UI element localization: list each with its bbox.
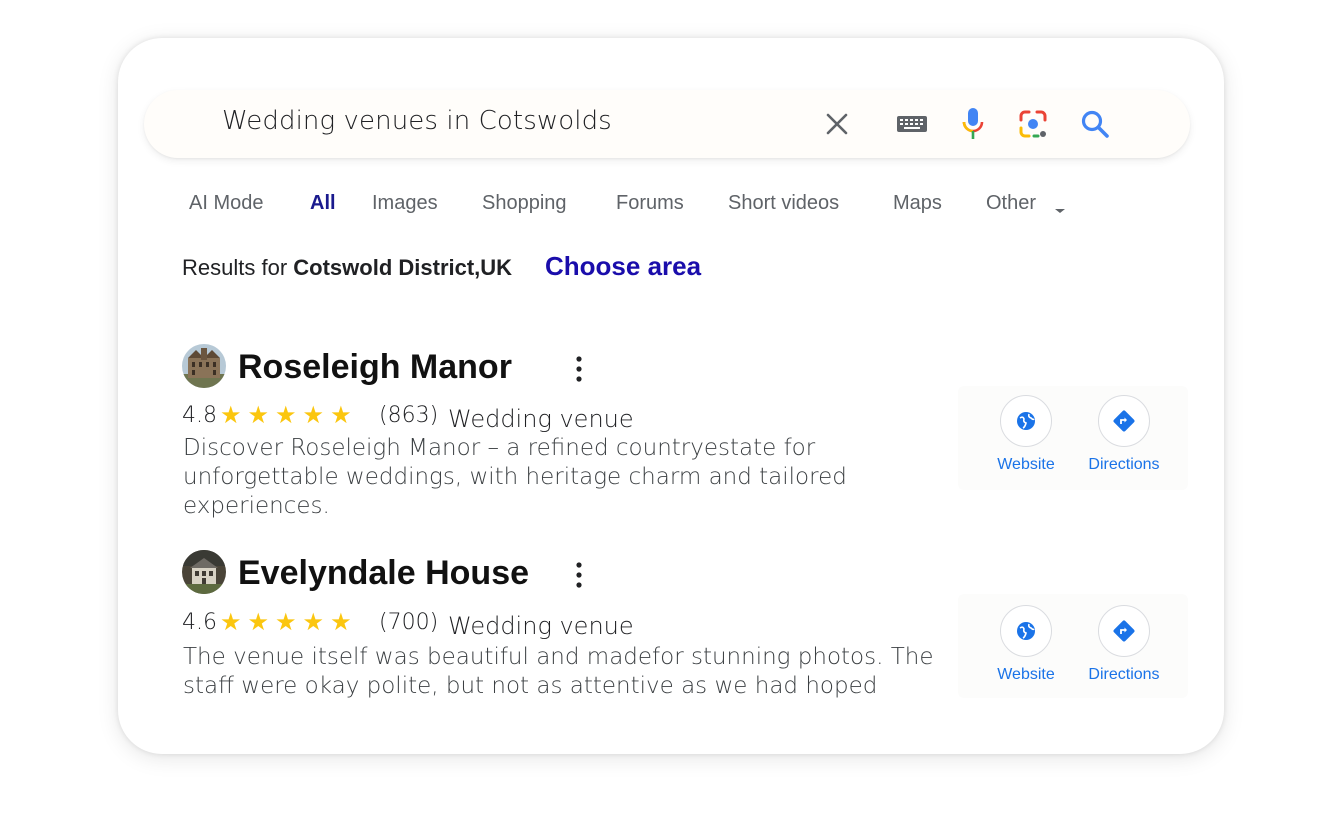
review-count[interactable]: (863) — [379, 403, 438, 428]
venue-description: The venue itself was beautiful and madef… — [183, 644, 934, 699]
close-icon[interactable] — [822, 110, 852, 138]
tab-shopping[interactable]: Shopping — [482, 192, 567, 215]
venue-thumbnail[interactable] — [182, 344, 226, 388]
venue-type: Wedding venue — [448, 612, 634, 640]
tab-all[interactable]: All — [310, 192, 336, 215]
rating-value: 4.8 — [182, 403, 217, 428]
directions-icon — [1113, 410, 1135, 432]
more-options-icon[interactable] — [569, 558, 589, 592]
star-icon: ★ — [302, 402, 325, 429]
website-label[interactable]: Website — [981, 456, 1071, 474]
chevron-down-icon[interactable] — [1054, 202, 1066, 220]
directions-button[interactable] — [1098, 395, 1150, 447]
star-icon: ★ — [247, 609, 270, 636]
search-input[interactable]: Wedding venues in Cotswolds — [222, 106, 612, 136]
tab-other[interactable]: Other — [986, 192, 1036, 215]
venue-thumbnail[interactable] — [182, 550, 226, 594]
star-rating: ★ ★ ★ ★ ★ — [220, 404, 352, 428]
star-icon: ★ — [302, 609, 325, 636]
star-icon: ★ — [220, 402, 242, 429]
location-place: Cotswold District,UK — [293, 255, 513, 280]
directions-label[interactable]: Directions — [1079, 456, 1169, 474]
action-panel — [958, 386, 1188, 490]
lens-icon[interactable] — [1016, 107, 1050, 141]
website-label[interactable]: Website — [981, 666, 1071, 684]
venue-title[interactable]: Evelyndale House — [238, 554, 529, 593]
star-icon: ★ — [247, 402, 270, 429]
website-button[interactable] — [1000, 395, 1052, 447]
tab-maps[interactable]: Maps — [893, 192, 942, 215]
star-icon: ★ — [275, 402, 297, 429]
venue-type: Wedding venue — [448, 405, 634, 433]
location-line: Results for Cotswold District,UK — [182, 255, 512, 281]
star-icon: ★ — [275, 609, 297, 636]
search-icon[interactable] — [1078, 107, 1112, 141]
tab-ai-mode[interactable]: AI Mode — [189, 192, 263, 215]
venue-title[interactable]: Roseleigh Manor — [238, 348, 512, 387]
choose-area-link[interactable]: Choose area — [545, 251, 701, 282]
microphone-icon[interactable] — [958, 106, 988, 142]
star-icon: ★ — [220, 609, 242, 636]
star-rating: ★ ★ ★ ★ ★ — [220, 611, 352, 635]
location-prefix: Results for — [182, 255, 288, 280]
directions-label[interactable]: Directions — [1079, 666, 1169, 684]
star-icon: ★ — [330, 609, 352, 636]
website-button[interactable] — [1000, 605, 1052, 657]
tab-forums[interactable]: Forums — [616, 192, 684, 215]
star-icon: ★ — [330, 402, 352, 429]
directions-button[interactable] — [1098, 605, 1150, 657]
globe-icon — [1017, 622, 1035, 640]
review-count[interactable]: (700) — [379, 610, 438, 635]
rating-value: 4.6 — [182, 610, 217, 635]
tab-images[interactable]: Images — [372, 192, 438, 215]
tab-short-videos[interactable]: Short videos — [728, 192, 839, 215]
venue-description: Discover Roseleigh Manor – a refined cou… — [183, 435, 847, 519]
globe-icon — [1017, 412, 1035, 430]
keyboard-icon[interactable] — [894, 110, 930, 138]
more-options-icon[interactable] — [569, 352, 589, 386]
directions-icon — [1113, 620, 1135, 642]
